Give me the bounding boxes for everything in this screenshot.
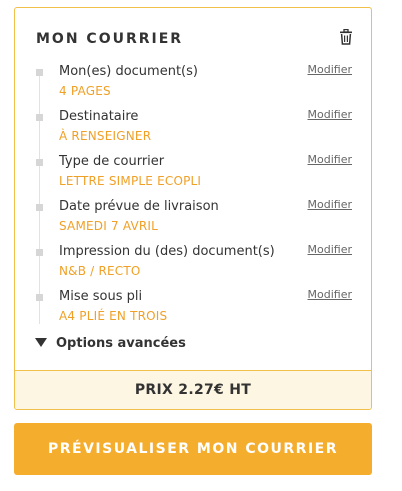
step-mail-type: Type de courrier LETTRE SIMPLE ECOPLI Mo…	[15, 153, 371, 195]
step-marker	[36, 294, 43, 301]
preview-letter-button[interactable]: PRÉVISUALISER MON COURRIER	[14, 423, 372, 475]
step-delivery-date: Date prévue de livraison SAMEDI 7 AVRIL …	[15, 198, 371, 240]
step-value: A4 PLIÉ EN TROIS	[59, 309, 168, 323]
step-label: Impression du (des) document(s)	[59, 244, 275, 259]
step-value: À RENSEIGNER	[59, 129, 152, 143]
step-value: SAMEDI 7 AVRIL	[59, 219, 159, 233]
step-marker	[36, 69, 43, 76]
advanced-options-toggle[interactable]: Options avancées	[35, 336, 186, 351]
step-label: Date prévue de livraison	[59, 199, 219, 214]
panel-title: MON COURRIER	[36, 31, 184, 47]
trash-icon[interactable]	[339, 29, 353, 45]
step-printing: Impression du (des) document(s) N&B / RE…	[15, 243, 371, 285]
advanced-options-label: Options avancées	[56, 336, 186, 351]
triangle-down-icon	[35, 338, 47, 347]
modify-folding-link[interactable]: Modifier	[308, 288, 352, 301]
step-label: Mon(es) document(s)	[59, 64, 198, 79]
modify-printing-link[interactable]: Modifier	[308, 243, 352, 256]
step-marker	[36, 159, 43, 166]
modify-delivery-date-link[interactable]: Modifier	[308, 198, 352, 211]
step-recipient: Destinataire À RENSEIGNER Modifier	[15, 108, 371, 150]
modify-mail-type-link[interactable]: Modifier	[308, 153, 352, 166]
step-label: Mise sous pli	[59, 289, 143, 304]
step-marker	[36, 114, 43, 121]
step-label: Destinataire	[59, 109, 139, 124]
price-bar: PRIX 2.27€ HT	[15, 370, 371, 409]
courrier-panel: MON COURRIER Mon(es) document(s) 4 PAGES…	[14, 7, 372, 410]
step-documents: Mon(es) document(s) 4 PAGES Modifier	[15, 63, 371, 105]
step-marker	[36, 204, 43, 211]
step-value: LETTRE SIMPLE ECOPLI	[59, 174, 202, 188]
step-value: N&B / RECTO	[59, 264, 141, 278]
step-label: Type de courrier	[59, 154, 165, 169]
step-folding: Mise sous pli A4 PLIÉ EN TROIS Modifier	[15, 288, 371, 330]
modify-documents-link[interactable]: Modifier	[308, 63, 352, 76]
price-label: PRIX 2.27€ HT	[134, 382, 252, 398]
step-marker	[36, 249, 43, 256]
step-value: 4 PAGES	[59, 84, 111, 98]
modify-recipient-link[interactable]: Modifier	[308, 108, 352, 121]
